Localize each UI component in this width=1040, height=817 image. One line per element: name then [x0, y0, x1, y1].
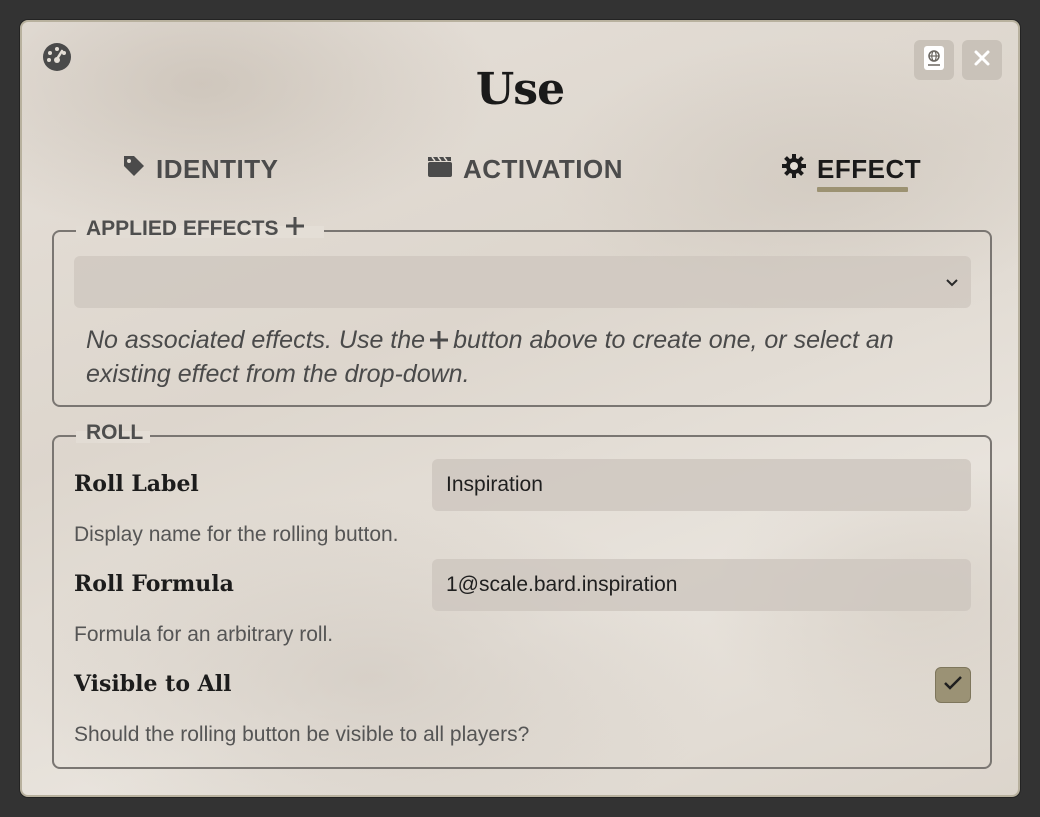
visible-to-all-checkbox[interactable]	[935, 667, 971, 703]
plus-icon	[285, 216, 305, 242]
applied-effects-legend: APPLIED EFFECTS	[76, 216, 315, 242]
tab-identity[interactable]: IDENTITY	[122, 152, 278, 186]
applied-effects-section: APPLIED EFFECTS No associated effects. U…	[52, 217, 992, 407]
hint-text-before: No associated effects. Use the	[86, 326, 426, 354]
roll-formula-input[interactable]: 1@scale.bard.inspiration	[432, 559, 971, 611]
applied-effects-title: APPLIED EFFECTS	[86, 217, 279, 240]
tab-effect-label: EFFECT	[817, 153, 922, 184]
roll-formula-label: Roll Formula	[74, 571, 234, 597]
visible-to-all-hint: Should the rolling button be visible to …	[74, 723, 530, 746]
checkmark-icon	[943, 675, 963, 696]
roll-label-label: Roll Label	[74, 471, 199, 497]
chevron-down-icon	[945, 275, 959, 293]
tab-effect[interactable]: EFFECT	[781, 152, 921, 186]
effect-select[interactable]	[74, 256, 971, 308]
tag-icon	[122, 154, 156, 185]
roll-label-hint: Display name for the rolling button.	[74, 523, 399, 546]
active-tab-indicator	[817, 187, 908, 192]
add-effect-button[interactable]	[285, 216, 305, 242]
tab-identity-label: IDENTITY	[156, 153, 279, 184]
roll-label-input[interactable]: Inspiration	[432, 459, 971, 511]
tab-activation-label: ACTIVATION	[463, 153, 624, 184]
no-effects-hint: No associated effects. Use the button abo…	[86, 324, 966, 390]
visible-to-all-label: Visible to All	[74, 671, 232, 697]
clapperboard-icon	[427, 154, 463, 185]
roll-formula-hint: Formula for an arbitrary roll.	[74, 623, 334, 646]
use-dialog: Use IDENTITY ACTIVATION EFFECT APPLIED E…	[20, 20, 1020, 797]
tab-activation[interactable]: ACTIVATION	[427, 152, 623, 186]
roll-title: ROLL	[86, 421, 144, 444]
roll-section: ROLL Roll Label Inspiration Display name…	[52, 421, 992, 769]
roll-legend: ROLL	[76, 421, 153, 445]
plus-icon	[429, 326, 449, 358]
gear-icon	[781, 153, 817, 186]
dialog-title: Use	[475, 64, 565, 115]
